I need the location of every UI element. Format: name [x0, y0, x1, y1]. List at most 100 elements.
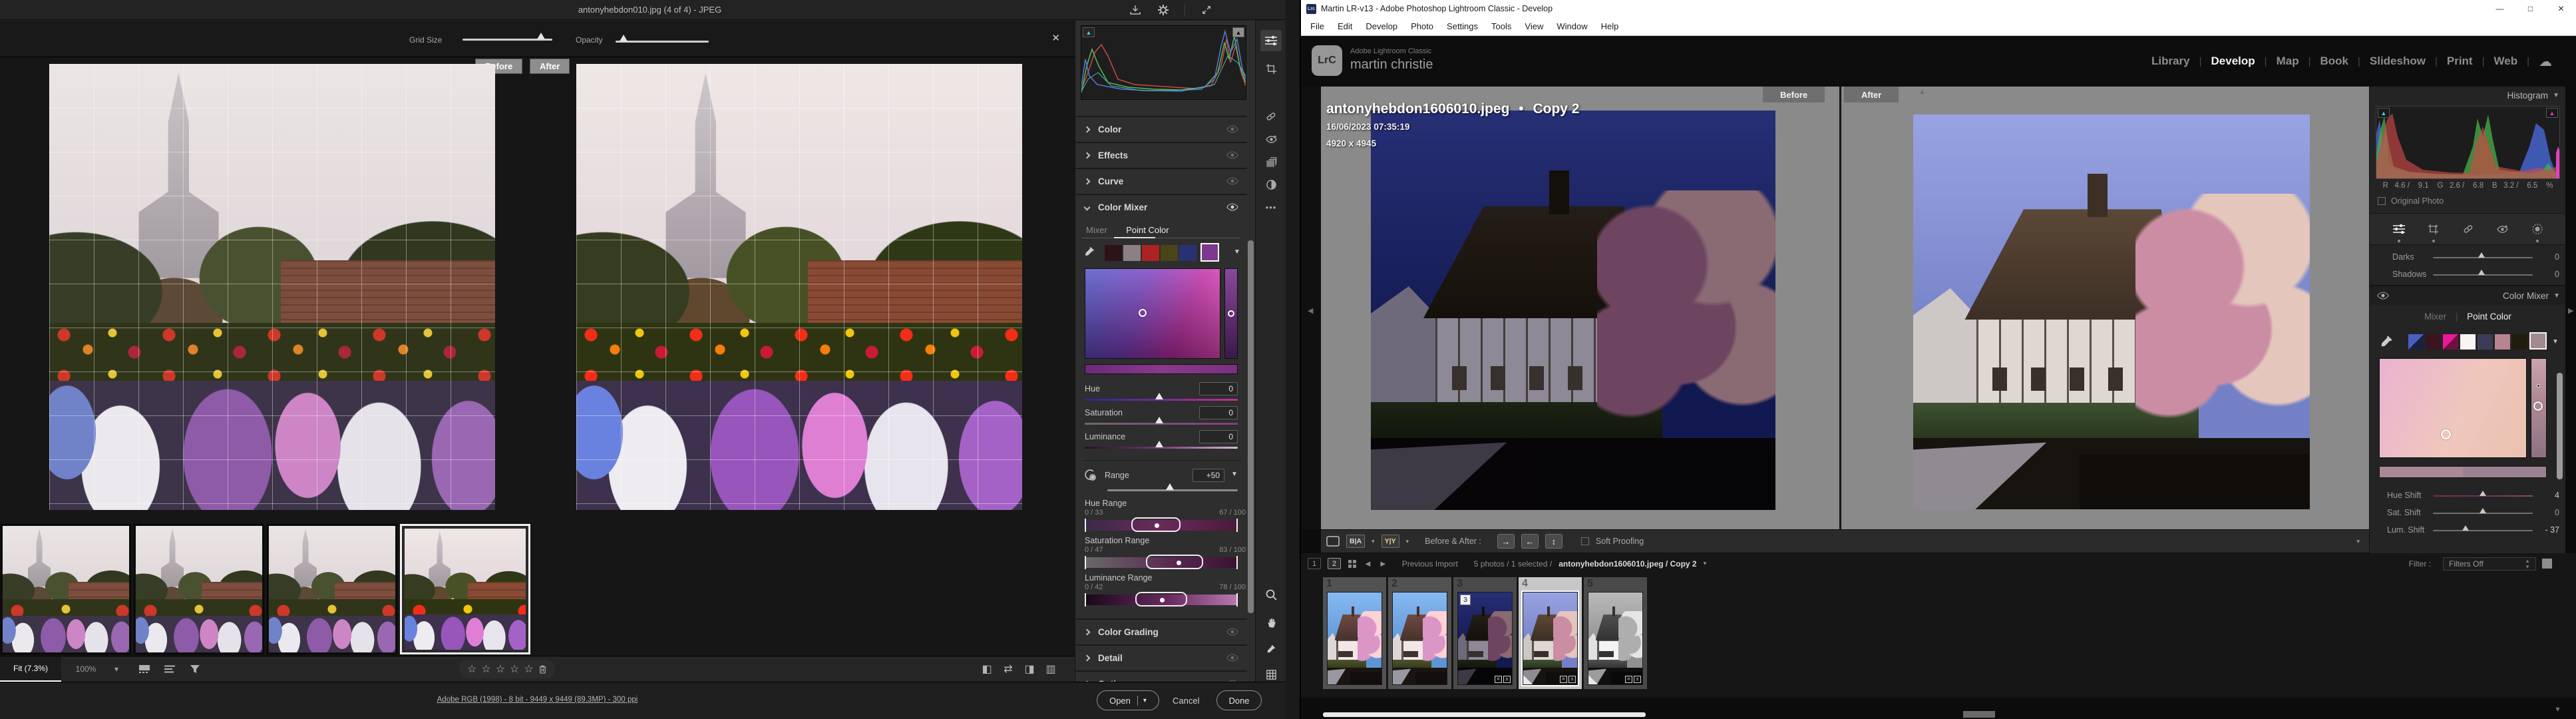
lr-after-tab[interactable]: After: [1844, 87, 1899, 103]
point-color-eyedropper-icon[interactable]: [1083, 246, 1097, 259]
range-slider[interactable]: [1107, 489, 1238, 491]
module-print[interactable]: Print: [2447, 55, 2473, 68]
hue-range-slider[interactable]: [1085, 520, 1238, 531]
filmstrip-source[interactable]: Previous Import: [1402, 559, 1458, 569]
lr-gradient-picker[interactable]: [2379, 358, 2527, 458]
module-web[interactable]: Web: [2494, 55, 2518, 68]
open-button[interactable]: Open ▾: [1097, 690, 1159, 710]
more-tools-icon[interactable]: •••: [1260, 196, 1282, 218]
acr-thumbnail-4-selected[interactable]: [400, 524, 530, 654]
snapshots-tool-icon[interactable]: [1260, 174, 1282, 195]
filmstrip-thumb-5[interactable]: 5 ⌗±: [1584, 577, 1647, 689]
opacity-slider[interactable]: [616, 41, 709, 43]
collapse-top-panel-icon[interactable]: ▲: [1919, 88, 1926, 96]
lr-hue-column[interactable]: [2531, 358, 2547, 458]
panel-section-effects[interactable]: Effects: [1075, 142, 1247, 167]
color-sampler-tool-icon[interactable]: [1260, 638, 1282, 660]
lum-shift-thumb[interactable]: [2462, 525, 2469, 531]
star-rating-2[interactable]: ☆: [481, 662, 490, 676]
point-color-swatch-1[interactable]: [1105, 245, 1122, 261]
star-rating-1[interactable]: ☆: [467, 662, 476, 676]
loupe-view-icon[interactable]: [1326, 536, 1340, 547]
masking-tool-icon[interactable]: [2529, 220, 2546, 238]
filter-lock-button[interactable]: [2542, 559, 2552, 569]
stack-count-badge[interactable]: 3: [1460, 595, 1471, 605]
shadows-slider[interactable]: [2433, 274, 2533, 276]
edit-tool-icon[interactable]: [1260, 30, 1282, 51]
previous-photo-icon[interactable]: ◄: [1364, 559, 1372, 569]
next-photo-icon[interactable]: ►: [1379, 559, 1387, 569]
second-screen-button[interactable]: 2: [1328, 558, 1341, 569]
acr-histogram[interactable]: ▲ ▲: [1081, 25, 1246, 100]
menu-develop[interactable]: Develop: [1359, 17, 1404, 36]
zoom-fit-button[interactable]: Fit (7.3%): [0, 656, 61, 682]
luminance-range-slider[interactable]: [1085, 595, 1238, 605]
bottom-panel-handle[interactable]: [1963, 711, 1995, 718]
panel-section-color-grading[interactable]: Color Grading: [1075, 618, 1247, 644]
range-slider-thumb[interactable]: [1166, 483, 1174, 490]
saturation-slider-thumb[interactable]: [1155, 417, 1163, 423]
swap-before-after-icon[interactable]: ⇄: [998, 656, 1018, 682]
before-after-right-icon[interactable]: ◨: [1019, 656, 1039, 682]
crop-badge-icon[interactable]: ⌗: [1495, 676, 1502, 683]
shadows-slider-thumb[interactable]: [2478, 270, 2485, 275]
before-after-left-icon[interactable]: ◧: [977, 656, 997, 682]
filmstrip-thumb-3[interactable]: 3 3 ⌗±: [1453, 577, 1517, 689]
workflow-options-link[interactable]: Adobe RGB (1998) - 8 bit - 9449 x 9449 (…: [0, 696, 1075, 704]
shadow-clipping-icon[interactable]: ▲: [1083, 27, 1095, 37]
lr-before-photo[interactable]: [1371, 111, 1775, 510]
lr-shadow-clipping-icon[interactable]: ▲: [2378, 108, 2390, 118]
save-image-icon[interactable]: [1129, 3, 1142, 17]
lr-mixer-tab[interactable]: Mixer: [2424, 312, 2446, 322]
main-screen-button[interactable]: 1: [1308, 558, 1321, 569]
lr-swatch-8-selected[interactable]: [2529, 332, 2547, 350]
menu-edit[interactable]: Edit: [1331, 17, 1359, 36]
gradient-picker-target[interactable]: [1139, 309, 1147, 317]
module-slideshow[interactable]: Slideshow: [2370, 55, 2426, 68]
grid-size-slider[interactable]: [462, 39, 552, 41]
panel-section-detail[interactable]: Detail: [1075, 644, 1247, 670]
before-after-view-icon[interactable]: B|A: [1346, 535, 1365, 548]
color-mixer-eye-icon[interactable]: [2376, 292, 2390, 300]
lr-swatch-2[interactable]: [2426, 334, 2441, 350]
healing-tool-icon[interactable]: [2460, 220, 2477, 238]
mixer-tab[interactable]: Mixer: [1086, 225, 1107, 235]
eye-visibility-icon[interactable]: [1226, 125, 1239, 133]
maximize-button[interactable]: □: [2515, 0, 2545, 17]
hue-range-bracket[interactable]: [1131, 517, 1181, 532]
shadows-value[interactable]: 0: [2555, 270, 2559, 279]
original-photo-checkbox[interactable]: [2378, 197, 2386, 205]
acr-thumbnail-3[interactable]: [267, 524, 397, 654]
luminance-range-bracket[interactable]: [1135, 592, 1187, 606]
red-eye-tool-icon[interactable]: [1260, 128, 1282, 150]
darks-value[interactable]: 0: [2555, 252, 2559, 262]
zoom-level-dropdown-icon[interactable]: ▾: [108, 656, 125, 682]
lr-swatch-1[interactable]: [2408, 334, 2424, 350]
hue-shift-slider[interactable]: [2433, 495, 2533, 497]
opacity-slider-thumb[interactable]: [620, 35, 628, 41]
toolbar-options-icon[interactable]: ▾: [2356, 538, 2360, 545]
hue-value-field[interactable]: 0: [1199, 382, 1238, 395]
panel-section-color[interactable]: Color: [1075, 116, 1247, 141]
star-rating-4[interactable]: ☆: [510, 662, 519, 676]
luminance-slider-thumb[interactable]: [1155, 441, 1163, 447]
done-button[interactable]: Done: [1216, 690, 1262, 710]
sat-shift-thumb[interactable]: [2480, 508, 2486, 513]
collapse-bottom-panel-icon[interactable]: ▼: [2554, 706, 2561, 714]
saturation-range-slider[interactable]: [1085, 557, 1238, 568]
point-color-swatch-6-selected[interactable]: [1200, 243, 1219, 262]
point-color-gradient-picker[interactable]: [1085, 268, 1220, 359]
cancel-button[interactable]: Cancel: [1173, 690, 1199, 710]
filmstrip-scrollbar[interactable]: [1323, 712, 1646, 717]
filmstrip-current-file[interactable]: antonyhebdon1606010.jpeg / Copy 2: [1559, 559, 1696, 569]
soft-proofing-checkbox[interactable]: [1581, 537, 1589, 545]
collapse-color-mixer-icon[interactable]: ▼: [2553, 292, 2560, 300]
filter-dropdown[interactable]: Filters Off ▲▼: [2443, 557, 2536, 571]
eye-visibility-icon[interactable]: [1226, 177, 1239, 185]
filmstrip-thumb-4-selected[interactable]: 4 ⌗±: [1519, 577, 1582, 689]
list-view-icon[interactable]: [158, 656, 181, 682]
eye-visibility-icon[interactable]: [1226, 628, 1239, 636]
lr-swatch-7[interactable]: [2512, 334, 2527, 350]
module-book[interactable]: Book: [2320, 55, 2348, 68]
zoom-100-button[interactable]: 100%: [67, 656, 105, 682]
